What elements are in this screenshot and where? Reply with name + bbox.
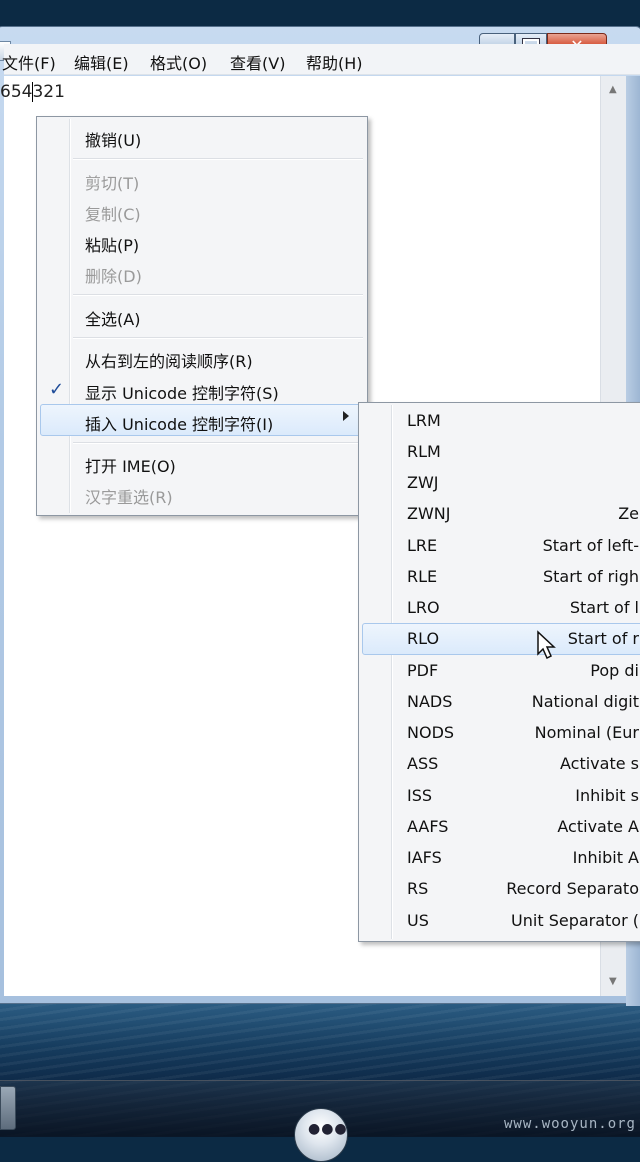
submenu-desc: Pop di: [590, 661, 639, 680]
submenu-code: AAFS: [407, 817, 449, 836]
text-caret: [32, 82, 33, 102]
submenu-desc: Activate s: [560, 754, 639, 773]
submenu-item-lro[interactable]: LRO Start of l: [359, 592, 640, 623]
submenu-code: RLM: [407, 442, 441, 461]
submenu-item-rlo[interactable]: RLO Start of r: [359, 623, 640, 654]
submenu-code: LRE: [407, 536, 438, 555]
menu-open-ime[interactable]: 打开 IME(O): [85, 453, 176, 477]
submenu-desc: National digit: [531, 692, 639, 711]
menu-copy[interactable]: 复制(C): [85, 201, 141, 225]
submenu-item-zwnj[interactable]: ZWNJ Ze: [359, 498, 640, 529]
menu-help[interactable]: 帮助(H): [306, 50, 363, 74]
unicode-submenu: LRM RLM ZWJ ZWNJ Ze LRE Start of left- RLE…: [358, 402, 640, 942]
menu-paste[interactable]: 粘贴(P): [85, 232, 139, 256]
menu-rtl-reading-order[interactable]: 从右到左的阅读顺序(R): [85, 348, 253, 372]
submenu-item-rle[interactable]: RLE Start of righ: [359, 561, 640, 592]
watermark: www.wooyun.org: [503, 1116, 636, 1132]
menu-separator: [73, 158, 363, 160]
submenu-item-nads[interactable]: NADS National digit: [359, 686, 640, 717]
start-button[interactable]: ●●●: [294, 1108, 348, 1162]
menu-undo[interactable]: 撤销(U): [85, 127, 141, 151]
menu-gutter: [69, 119, 71, 513]
submenu-item-lrm[interactable]: LRM: [359, 405, 640, 436]
menu-select-all[interactable]: 全选(A): [85, 306, 140, 330]
submenu-desc: Ze: [618, 504, 639, 523]
scroll-down-icon[interactable]: ▼: [609, 976, 617, 987]
submenu-item-zwj[interactable]: ZWJ: [359, 467, 640, 498]
submenu-arrow-icon: [343, 411, 349, 421]
submenu-desc: Start of l: [569, 598, 639, 617]
menu-bar: 文件(F) 编辑(E) 格式(O) 查看(V) 帮助(H): [2, 44, 640, 75]
submenu-item-iafs[interactable]: IAFS Inhibit A: [359, 842, 640, 873]
mouse-cursor-icon: [537, 630, 556, 660]
menu-separator: [73, 337, 363, 339]
submenu-item-ass[interactable]: ASS Activate s: [359, 748, 640, 779]
menu-edit[interactable]: 编辑(E): [74, 50, 129, 74]
submenu-code: RS: [407, 879, 429, 898]
menu-reconversion[interactable]: 汉字重选(R): [85, 484, 173, 508]
submenu-desc: Record Separato: [506, 879, 639, 898]
menu-file[interactable]: 文件(F): [2, 50, 56, 74]
submenu-code: ZWJ: [407, 473, 439, 492]
submenu-desc: Activate A: [557, 817, 639, 836]
submenu-code: PDF: [407, 661, 439, 680]
scroll-up-icon[interactable]: ▲: [609, 84, 617, 95]
submenu-item-pdf[interactable]: PDF Pop di: [359, 655, 640, 686]
submenu-item-rs[interactable]: RS Record Separato: [359, 873, 640, 904]
taskbar-button[interactable]: [0, 1086, 16, 1130]
submenu-item-rlm[interactable]: RLM: [359, 436, 640, 467]
submenu-desc: Start of r: [567, 629, 639, 648]
submenu-item-iss[interactable]: ISS Inhibit s: [359, 780, 640, 811]
submenu-code: ZWNJ: [407, 504, 451, 523]
submenu-code: LRM: [407, 411, 441, 430]
menu-delete[interactable]: 删除(D): [85, 263, 142, 287]
menu-cut[interactable]: 剪切(T): [85, 170, 139, 194]
submenu-code: LRO: [407, 598, 440, 617]
menu-view[interactable]: 查看(V): [230, 50, 285, 74]
start-orb-icon: ●●●: [308, 1121, 348, 1137]
submenu-code: NADS: [407, 692, 453, 711]
menu-show-unicode[interactable]: 显示 Unicode 控制字符(S): [85, 380, 279, 404]
submenu-desc: Nominal (Eur: [534, 723, 639, 742]
menu-separator: [73, 442, 363, 444]
submenu-desc: Unit Separator (: [511, 911, 639, 930]
submenu-item-lre[interactable]: LRE Start of left-: [359, 530, 640, 561]
submenu-desc: Start of righ: [543, 567, 639, 586]
checkmark-icon: ✓: [49, 379, 65, 400]
submenu-code: NODS: [407, 723, 455, 742]
submenu-code: IAFS: [407, 848, 442, 867]
menu-format[interactable]: 格式(O): [150, 50, 207, 74]
menu-insert-unicode[interactable]: 插入 Unicode 控制字符(I): [85, 411, 273, 435]
submenu-item-us[interactable]: US Unit Separator (: [359, 905, 640, 936]
submenu-item-nods[interactable]: NODS Nominal (Eur: [359, 717, 640, 748]
submenu-desc: Start of left-: [542, 536, 639, 555]
submenu-item-aafs[interactable]: AAFS Activate A: [359, 811, 640, 842]
submenu-code: RLE: [407, 567, 438, 586]
submenu-desc: Inhibit s: [575, 786, 639, 805]
submenu-code: ASS: [407, 754, 439, 773]
submenu-code: RLO: [407, 629, 440, 648]
submenu-code: ISS: [407, 786, 433, 805]
menu-separator: [73, 294, 363, 296]
context-menu: 撤销(U) 剪切(T) 复制(C) 粘贴(P) 删除(D) 全选(A) 从右到左…: [36, 116, 368, 516]
submenu-desc: Inhibit A: [572, 848, 639, 867]
submenu-code: US: [407, 911, 429, 930]
